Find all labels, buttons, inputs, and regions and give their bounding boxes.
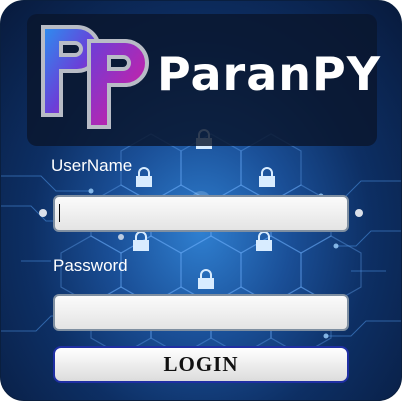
pp-logo-icon: [41, 25, 149, 129]
username-label: UserName: [51, 156, 133, 175]
password-input[interactable]: [53, 294, 349, 331]
lock-icon: [198, 269, 214, 289]
lock-icon: [136, 167, 152, 187]
login-window: ParanPY UserName Password LOGIN: [0, 0, 402, 401]
username-input[interactable]: [53, 195, 349, 232]
brand-name: ParanPY: [157, 47, 382, 101]
lock-icon: [133, 231, 149, 251]
text-cursor: [59, 204, 60, 222]
password-label: Password: [53, 256, 128, 275]
lock-icon: [259, 167, 275, 187]
login-button[interactable]: LOGIN: [53, 346, 349, 383]
lock-icon: [256, 231, 272, 251]
